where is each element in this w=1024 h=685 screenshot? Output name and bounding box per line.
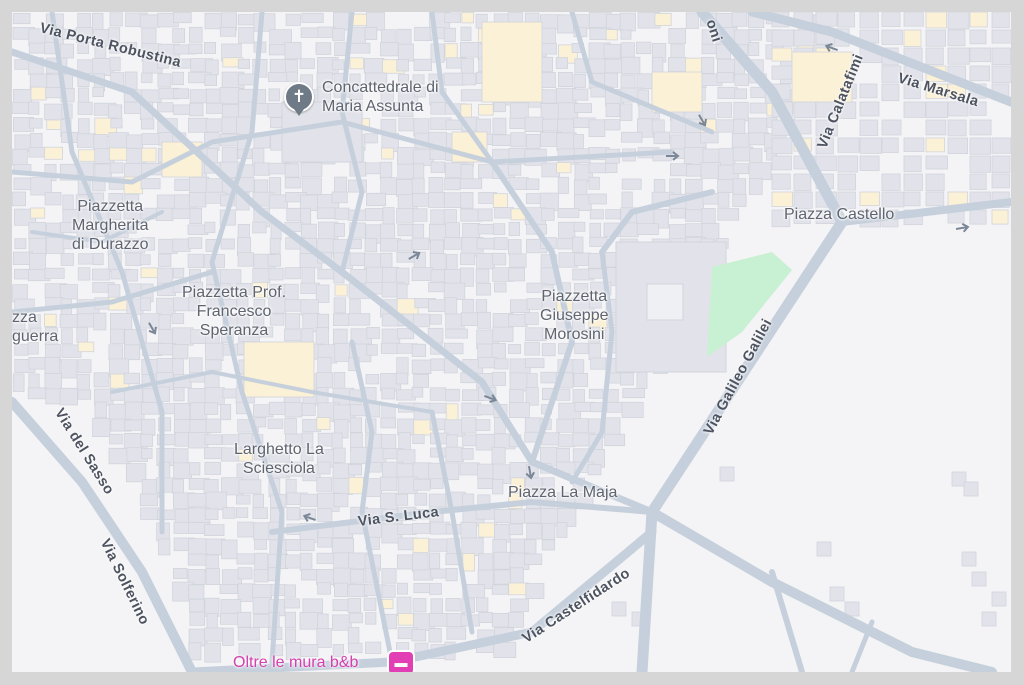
place-label-margherita[interactable]: Piazzetta Margherita di Durazzo [72, 197, 148, 254]
place-label-maja[interactable]: Piazza La Maja [508, 483, 617, 502]
place-label-concattedrale[interactable]: Concattedrale di Maria Assunta [322, 78, 439, 116]
cross-church-icon[interactable]: ✝ [284, 82, 314, 116]
bed-icon[interactable]: ▬ [387, 650, 415, 672]
hotel-label[interactable]: Oltre le mura b&b [233, 654, 358, 672]
map-viewport[interactable]: ✝ Concattedrale di Maria Assunta Piazzet… [12, 12, 1011, 672]
place-label-partial[interactable]: zza guerra [12, 308, 58, 346]
place-label-morosini[interactable]: Piazzetta Giuseppe Morosini [540, 287, 609, 344]
place-label-speranza[interactable]: Piazzetta Prof. Francesco Speranza [182, 283, 286, 340]
place-label-sciesciola[interactable]: Larghetto La Sciesciola [234, 440, 324, 478]
place-label-castello[interactable]: Piazza Castello [784, 205, 894, 224]
map-canvas[interactable] [12, 12, 1011, 672]
